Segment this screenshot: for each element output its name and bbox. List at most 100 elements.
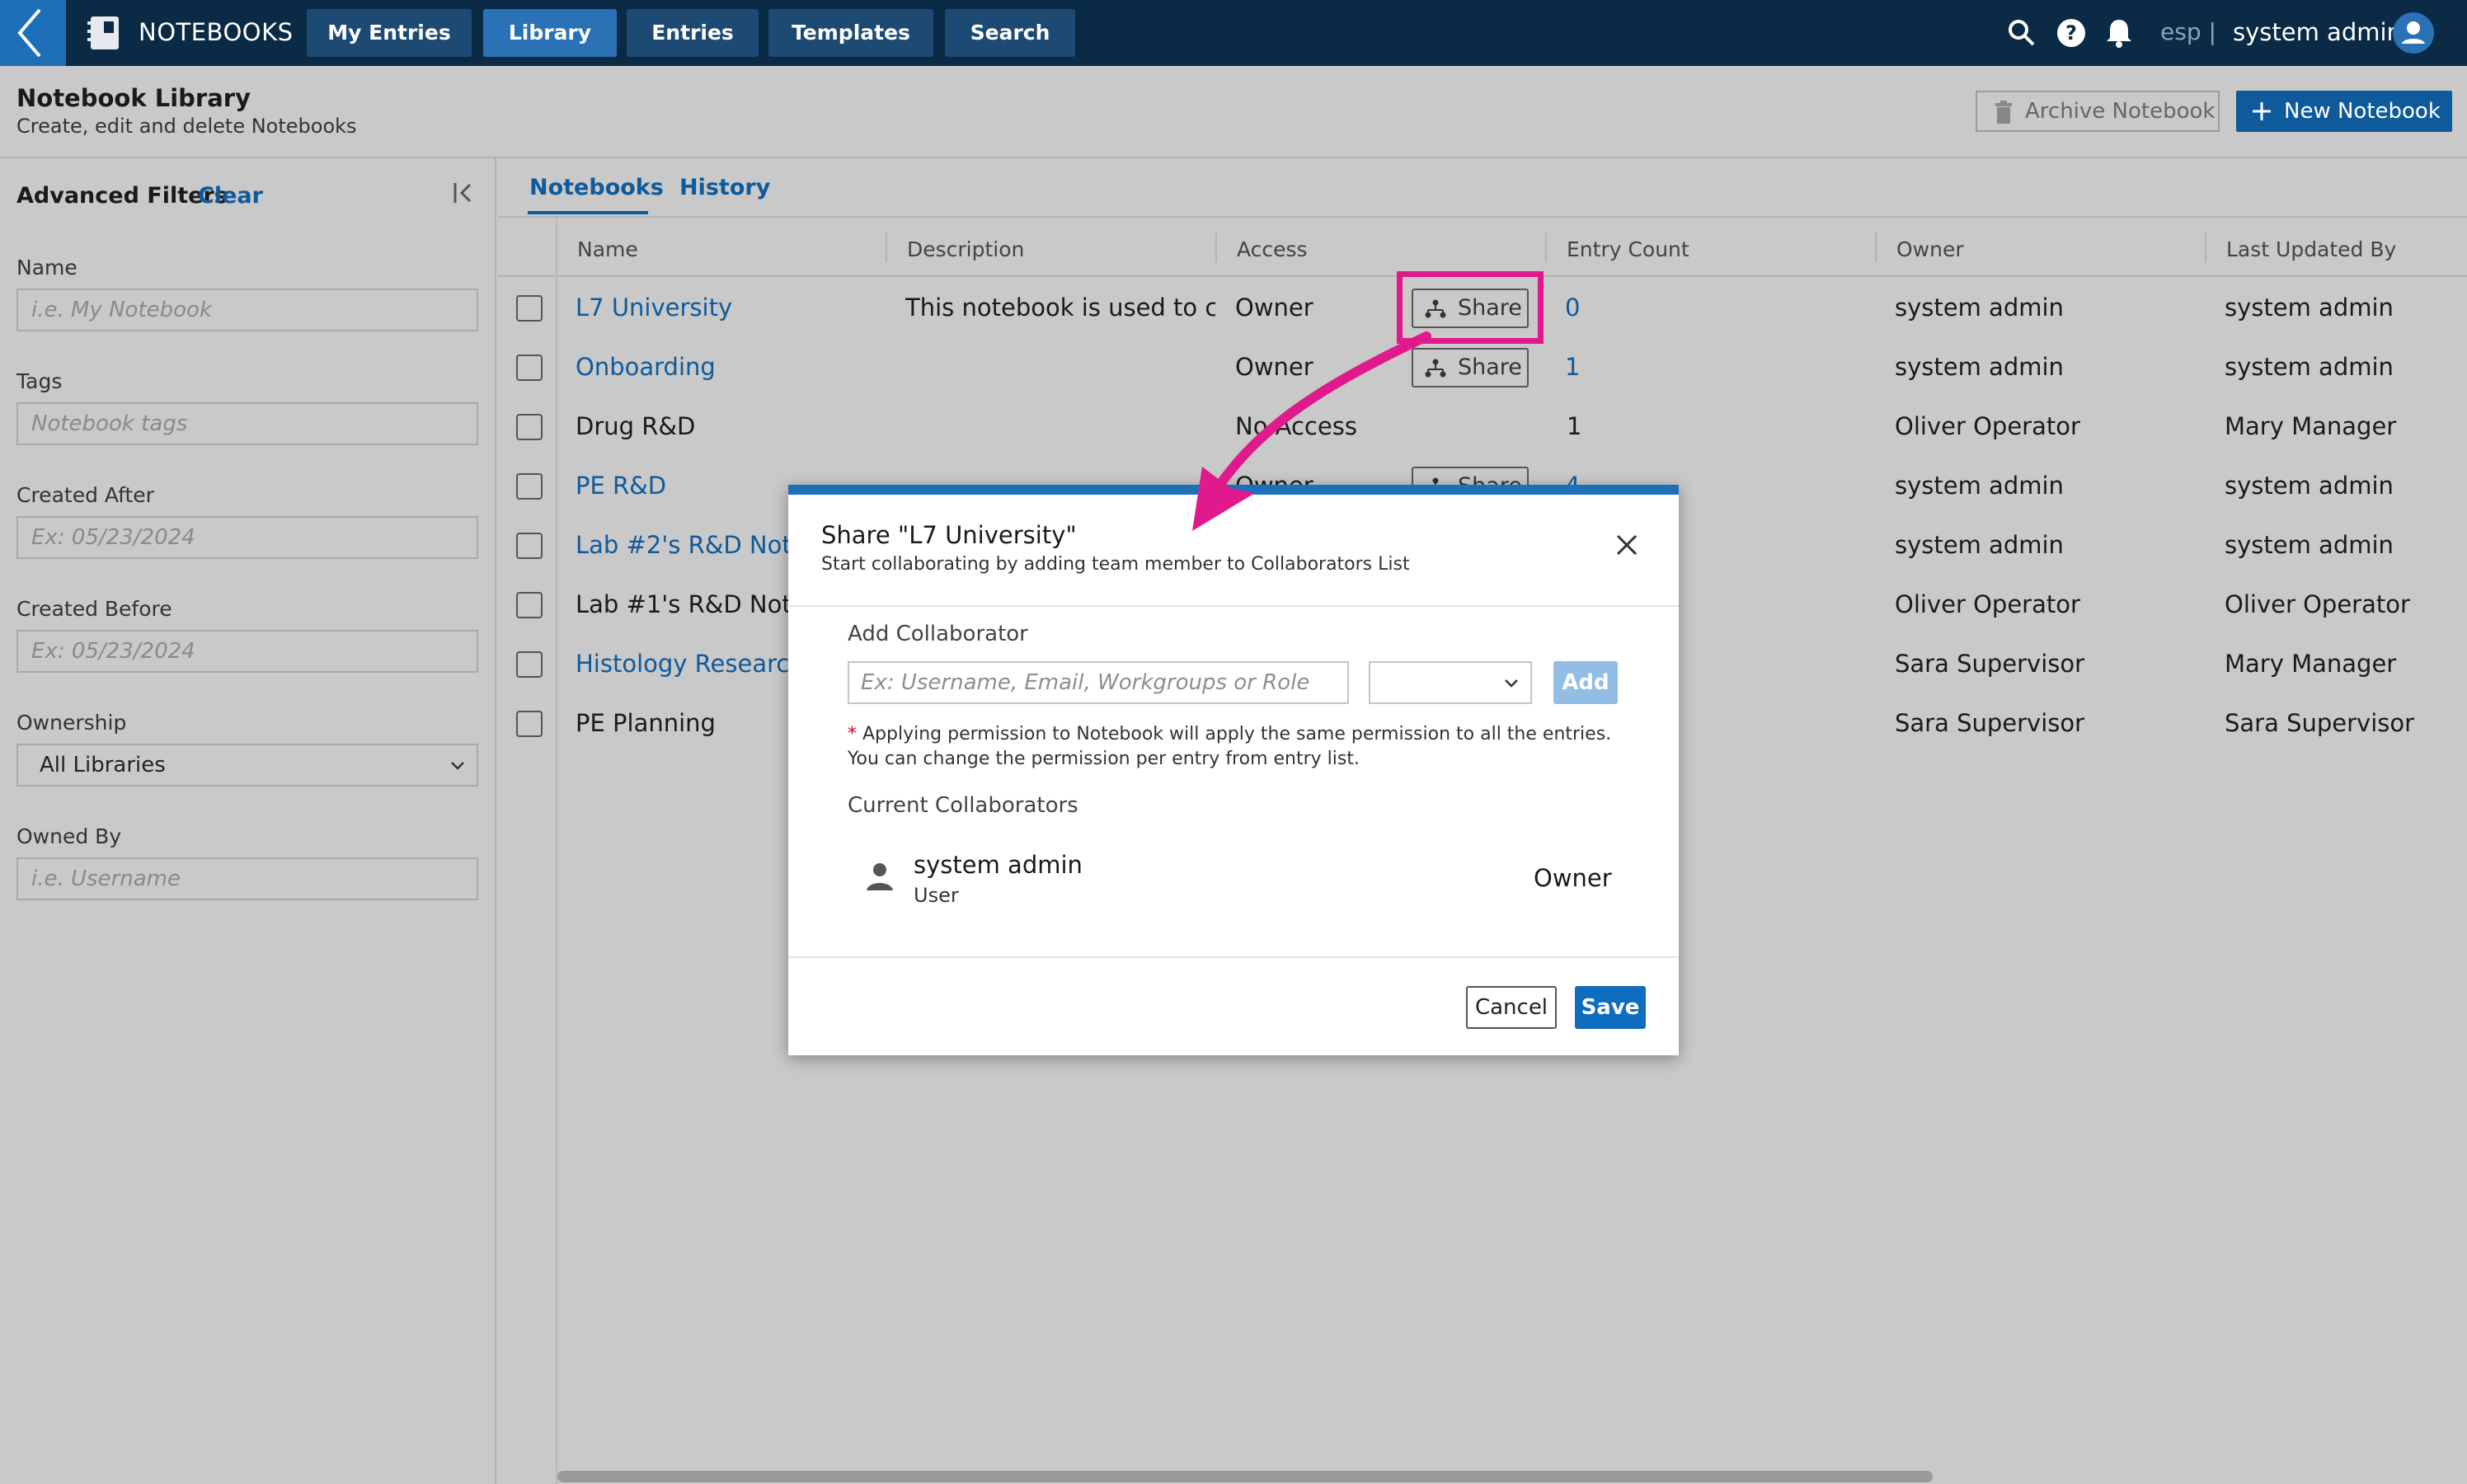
- entry-count[interactable]: 1: [1565, 353, 1580, 381]
- new-notebook-button[interactable]: New Notebook: [2236, 91, 2452, 132]
- owner-name: system admin: [1895, 353, 2064, 381]
- column-header-owner[interactable]: Owner: [1896, 237, 1964, 261]
- column-header-description[interactable]: Description: [907, 237, 1024, 261]
- column-header-last-updated-by[interactable]: Last Updated By: [2226, 237, 2396, 261]
- permission-note: * Applying permission to Notebook will a…: [848, 724, 1611, 744]
- last-updated-by: Mary Manager: [2225, 650, 2397, 678]
- share-label: Share: [1458, 355, 1522, 380]
- chevron-left-icon: [17, 8, 41, 58]
- ownership-select[interactable]: All Libraries: [16, 744, 478, 787]
- owned-by-input[interactable]: i.e. Username: [16, 857, 478, 900]
- advanced-filters-panel: Advanced Filters Clear Name i.e. My Note…: [0, 158, 496, 1484]
- column-header-access[interactable]: Access: [1237, 237, 1308, 261]
- save-button[interactable]: Save: [1575, 986, 1646, 1029]
- cancel-button[interactable]: Cancel: [1466, 986, 1557, 1029]
- user-icon: [867, 863, 893, 890]
- filters-title: Advanced Filters: [16, 183, 228, 209]
- add-collaborator-label: Add Collaborator: [848, 622, 1028, 646]
- row-checkbox[interactable]: [516, 651, 543, 678]
- row-checkbox[interactable]: [516, 295, 543, 322]
- nav-tab-entries[interactable]: Entries: [627, 9, 759, 57]
- current-collaborators-label: Current Collaborators: [848, 793, 1078, 818]
- table-header: [498, 218, 2467, 277]
- entry-count[interactable]: 0: [1565, 294, 1580, 322]
- bell-icon[interactable]: [2103, 16, 2136, 49]
- collaborator-name: system admin: [914, 851, 1083, 879]
- nav-tab-search[interactable]: Search: [945, 9, 1075, 57]
- add-collaborator-button[interactable]: Add: [1553, 661, 1618, 704]
- row-checkbox[interactable]: [516, 473, 543, 500]
- last-updated-by: Sara Supervisor: [2225, 709, 2415, 737]
- dialog-accent-bar: [788, 485, 1679, 495]
- notebook-name-link[interactable]: Histology Research: [576, 650, 805, 678]
- created-after-input[interactable]: Ex: 05/23/2024: [16, 516, 478, 559]
- share-highlight-callout: [1397, 271, 1544, 344]
- app-title: NOTEBOOKS: [139, 18, 294, 46]
- column-separator: [1875, 232, 1877, 262]
- horizontal-scrollbar[interactable]: [557, 1471, 1933, 1482]
- current-user-name[interactable]: system admin: [2233, 18, 2402, 46]
- row-checkbox[interactable]: [516, 592, 543, 618]
- archive-notebook-button[interactable]: Archive Notebook: [1976, 91, 2220, 132]
- permission-note-line1: Applying permission to Notebook will app…: [862, 724, 1612, 744]
- nav-tab-my-entries[interactable]: My Entries: [307, 9, 472, 57]
- column-header-name[interactable]: Name: [577, 237, 638, 261]
- tab-history[interactable]: History: [679, 175, 770, 200]
- notebook-name-link[interactable]: Lab #2's R&D Noteb: [576, 531, 821, 559]
- notebook-name-link[interactable]: L7 University: [576, 294, 732, 322]
- language-switch[interactable]: esp |: [2160, 18, 2216, 45]
- top-nav-bar: NOTEBOOKS My Entries Library Entries Tem…: [0, 0, 2467, 66]
- active-tab-indicator: [528, 211, 648, 214]
- owner-name: Oliver Operator: [1895, 412, 2080, 440]
- owner-name: system admin: [1895, 531, 2064, 559]
- notebook-name-link[interactable]: Onboarding: [576, 353, 716, 381]
- owner-name: Oliver Operator: [1895, 590, 2080, 618]
- entry-count: 1: [1567, 412, 1582, 440]
- nav-tab-library[interactable]: Library: [483, 9, 617, 57]
- row-checkbox[interactable]: [516, 414, 543, 440]
- close-icon[interactable]: [1614, 533, 1639, 557]
- dialog-subtitle: Start collaborating by adding team membe…: [821, 554, 1410, 575]
- notebook-name: Lab #1's R&D Noteb: [576, 590, 821, 618]
- name-filter-input[interactable]: i.e. My Notebook: [16, 289, 478, 331]
- ownership-value: All Libraries: [40, 753, 166, 777]
- access-level: Owner: [1235, 353, 1313, 381]
- permission-select[interactable]: [1369, 661, 1532, 704]
- svg-text:?: ?: [2065, 21, 2077, 45]
- share-icon: [1425, 359, 1446, 378]
- collapse-panel-icon[interactable]: [452, 178, 477, 208]
- dialog-header-divider: [788, 605, 1679, 607]
- clear-filters-link[interactable]: Clear: [198, 183, 263, 209]
- column-separator: [886, 232, 887, 262]
- collaborator-search-input[interactable]: Ex: Username, Email, Workgroups or Role: [848, 661, 1349, 704]
- trash-icon: [1995, 101, 2012, 124]
- back-button[interactable]: [0, 0, 66, 66]
- notebook-name-link[interactable]: PE R&D: [576, 472, 666, 500]
- tab-notebooks[interactable]: Notebooks: [529, 175, 664, 200]
- nav-tab-templates[interactable]: Templates: [768, 9, 933, 57]
- row-checkbox[interactable]: [516, 355, 543, 381]
- user-avatar[interactable]: [2393, 12, 2434, 54]
- plus-icon: [2253, 102, 2271, 120]
- row-checkbox[interactable]: [516, 533, 543, 559]
- owner-name: system admin: [1895, 294, 2064, 322]
- collaborator-type: User: [914, 884, 959, 907]
- tags-filter-label: Tags: [16, 369, 63, 393]
- row-checkbox[interactable]: [516, 711, 543, 737]
- collaborator-role: Owner: [1534, 864, 1612, 892]
- created-before-input[interactable]: Ex: 05/23/2024: [16, 630, 478, 673]
- share-button[interactable]: Share: [1412, 348, 1529, 387]
- owned-by-label: Owned By: [16, 824, 122, 848]
- archive-notebook-label: Archive Notebook: [2025, 99, 2216, 124]
- notebook-description: This notebook is used to crea: [905, 294, 1215, 322]
- last-updated-by: system admin: [2225, 294, 2394, 322]
- tags-filter-input[interactable]: Notebook tags: [16, 402, 478, 445]
- search-icon[interactable]: [2005, 16, 2038, 49]
- column-header-entry-count[interactable]: Entry Count: [1567, 237, 1689, 261]
- required-marker: *: [848, 724, 857, 744]
- checkbox-column-divider: [556, 218, 557, 1484]
- help-icon[interactable]: ?: [2055, 16, 2088, 49]
- last-updated-by: system admin: [2225, 353, 2394, 381]
- chevron-down-icon: [451, 762, 464, 770]
- share-dialog: Share "L7 University" Start collaboratin…: [788, 485, 1679, 1055]
